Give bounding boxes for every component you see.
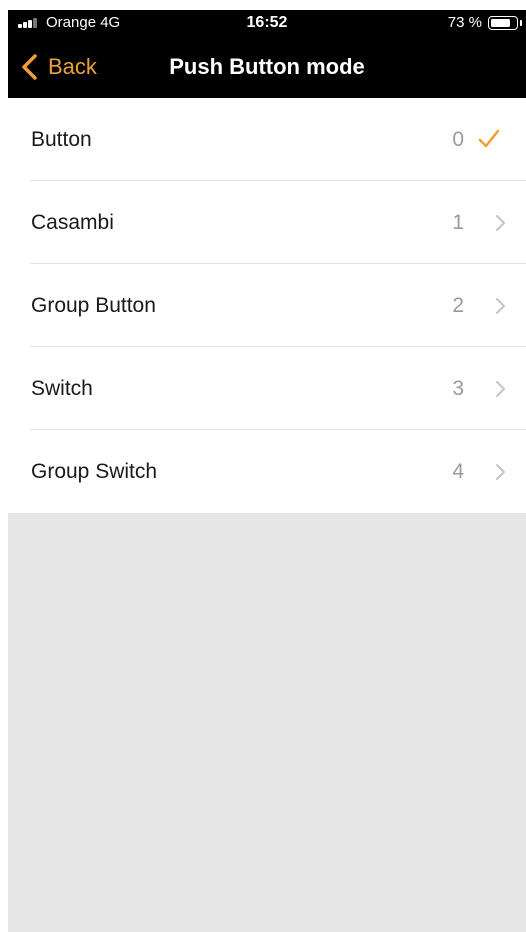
chevron-right-icon — [496, 464, 505, 480]
list-item-label: Switch — [31, 377, 93, 400]
chevron-right-icon — [496, 298, 505, 314]
chevron-right-icon — [496, 215, 505, 231]
list-item-value: 1 — [452, 211, 464, 234]
mode-list: Button 0 Casambi 1 Group Button 2 Switch — [8, 98, 526, 513]
list-item-casambi[interactable]: Casambi 1 — [8, 181, 526, 264]
list-item-button[interactable]: Button 0 — [8, 98, 526, 181]
list-item-value: 3 — [452, 377, 464, 400]
list-item-group-switch[interactable]: Group Switch 4 — [8, 430, 526, 513]
battery-icon — [488, 16, 522, 30]
page-title: Push Button mode — [169, 54, 365, 79]
navigation-bar: Back Push Button mode — [8, 38, 526, 98]
list-item-value: 4 — [452, 460, 464, 483]
list-item-label: Button — [31, 128, 92, 151]
list-item-value: 2 — [452, 294, 464, 317]
empty-background-area — [8, 514, 526, 932]
list-item-value: 0 — [452, 128, 464, 151]
list-item-label: Group Switch — [31, 460, 158, 483]
checkmark-icon — [478, 129, 500, 148]
list-item-label: Group Button — [31, 294, 156, 317]
top-bar: Orange 4G 16:52 73 % Back Push Button mo… — [8, 10, 526, 98]
list-item-label: Casambi — [31, 211, 114, 234]
chevron-right-icon — [496, 381, 505, 397]
list-item-switch[interactable]: Switch 3 — [8, 347, 526, 430]
status-bar: Orange 4G 16:52 73 % — [8, 10, 526, 38]
battery-percentage: 73 % — [447, 14, 482, 31]
list-item-group-button[interactable]: Group Button 2 — [8, 264, 526, 347]
phone-screen: Orange 4G 16:52 73 % Back Push Button mo… — [8, 10, 526, 932]
